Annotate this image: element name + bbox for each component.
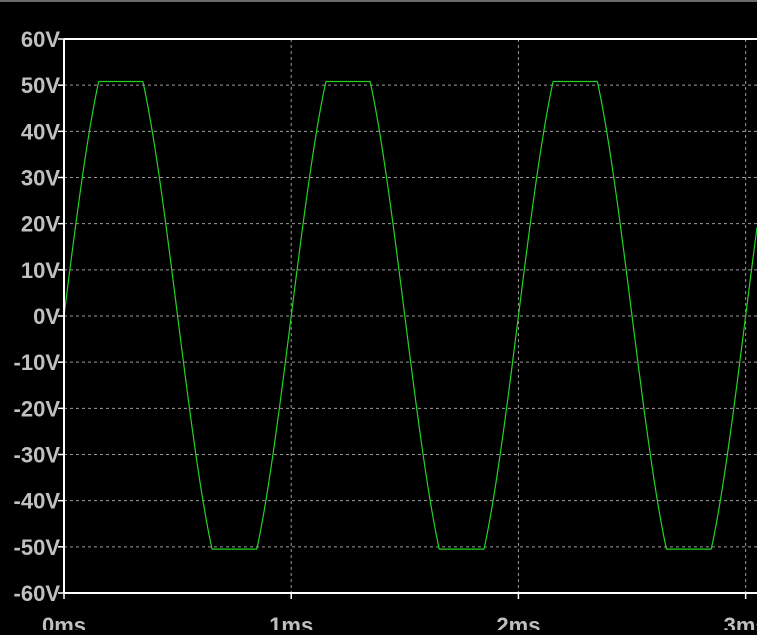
- x-tick-label: 2ms: [496, 613, 540, 630]
- y-tick-label: 50V: [21, 73, 60, 98]
- trace-layer: [63, 80, 757, 550]
- y-tick-label: 30V: [21, 166, 60, 191]
- y-tick-label: -50V: [14, 535, 61, 560]
- x-tick-label: 1ms: [269, 613, 313, 630]
- y-tick-label: 10V: [21, 258, 60, 283]
- y-tick-label: 40V: [21, 119, 60, 144]
- x-tick-label: 0ms: [42, 613, 86, 630]
- y-axis-labels: 60V 50V 40V 30V 20V 10V 0V -10V -20V -30V -40V -50V…: [14, 27, 61, 606]
- waveform-plot: 60V 50V 40V 30V 20V 10V 0V -10V -20V -30V -40V -50V…: [0, 0, 757, 635]
- y-tick-label: 60V: [21, 27, 60, 52]
- series-line-0: [63, 80, 757, 550]
- y-tick-label: 20V: [21, 212, 60, 237]
- grid-layer: [64, 38, 757, 594]
- x-axis-labels: 0ms 1ms 2ms 3ms: [42, 613, 757, 635]
- y-tick-label: -60V: [14, 581, 61, 606]
- y-tick-label: -40V: [14, 489, 61, 514]
- plot-svg: 60V 50V 40V 30V 20V 10V 0V -10V -20V -30V -40V -50V…: [0, 0, 757, 635]
- y-tick-label: 0V: [33, 304, 60, 329]
- y-tick-label: -10V: [14, 350, 61, 375]
- x-tick-label: 3ms: [724, 613, 757, 630]
- plot-frame: [0, 0, 757, 599]
- y-tick-label: -30V: [14, 443, 61, 468]
- y-tick-label: -20V: [14, 396, 61, 421]
